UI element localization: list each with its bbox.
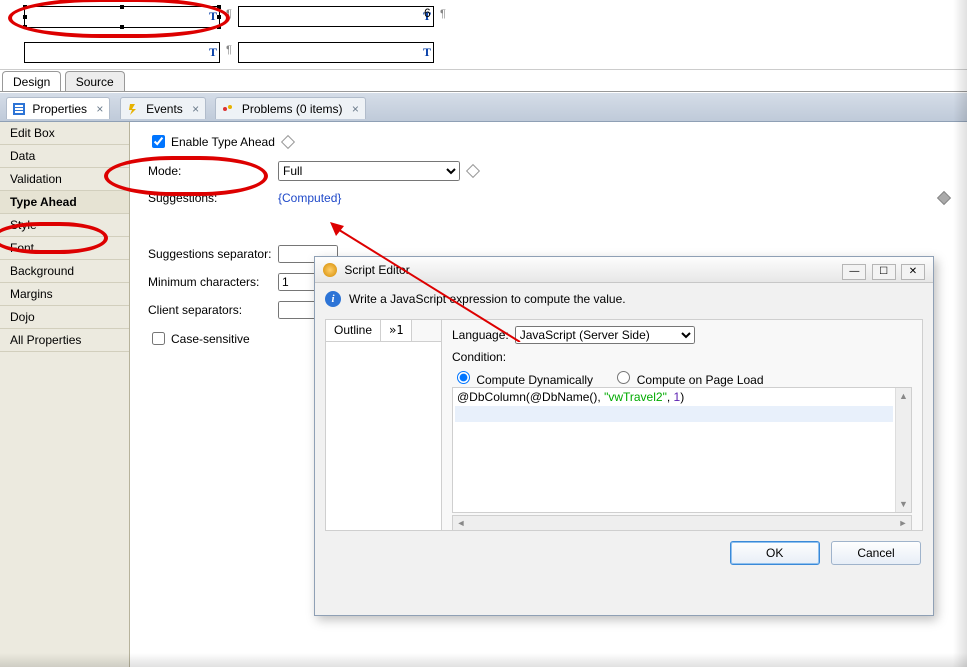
separator-label: Suggestions separator: (148, 247, 278, 261)
script-editor-dialog: Script Editor — ☐ ✕ i Write a JavaScript… (314, 256, 934, 616)
close-icon[interactable]: × (352, 102, 359, 116)
mode-label: Mode: (148, 164, 278, 178)
tab-label: Properties (32, 102, 87, 116)
selected-editbox[interactable]: T (24, 6, 220, 28)
language-select[interactable]: JavaScript (Server Side) (515, 326, 695, 344)
script-editor-icon (323, 263, 337, 277)
minchars-label: Minimum characters: (148, 275, 278, 289)
radio-compute-dynamically[interactable]: Compute Dynamically (452, 373, 596, 387)
close-icon[interactable]: × (192, 102, 199, 116)
info-icon: i (325, 291, 341, 307)
sidebar-item-editbox[interactable]: Edit Box (0, 122, 129, 145)
properties-icon (13, 100, 25, 112)
close-button[interactable]: ✕ (901, 264, 925, 280)
events-icon (127, 100, 139, 112)
typeahead-badge-icon: T (209, 45, 217, 60)
close-icon[interactable]: × (96, 102, 103, 116)
editbox[interactable]: T (238, 6, 434, 27)
typeahead-badge-icon: T (209, 9, 217, 24)
sidebar-item-validation[interactable]: Validation (0, 168, 129, 191)
design-source-tab-bar: Design Source (0, 70, 967, 92)
scroll-down-icon[interactable]: ▼ (896, 496, 911, 512)
sidebar-item-margins[interactable]: Margins (0, 283, 129, 306)
horizontal-scrollbar[interactable]: ◄ ► (452, 515, 912, 531)
editbox[interactable]: T (238, 42, 434, 63)
enable-typeahead-checkbox[interactable] (152, 135, 165, 148)
design-canvas: T T T T 6 ¶ ¶ ¶ (0, 0, 967, 70)
sidebar-item-font[interactable]: Font (0, 237, 129, 260)
dialog-titlebar[interactable]: Script Editor — ☐ ✕ (315, 257, 933, 283)
script-code-editor[interactable]: @DbColumn(@DbName(), "vwTravel2", 1) ▲ ▼ (452, 387, 912, 513)
diamond-icon[interactable] (937, 191, 951, 205)
canvas-text: 6 (424, 6, 431, 20)
scroll-up-icon[interactable]: ▲ (896, 388, 911, 404)
maximize-button[interactable]: ☐ (872, 264, 896, 280)
sidebar-item-typeahead[interactable]: Type Ahead (0, 191, 129, 214)
sidebar-item-style[interactable]: Style (0, 214, 129, 237)
dialog-title: Script Editor (344, 263, 409, 277)
casesensitive-label: Case-sensitive (171, 332, 250, 346)
pilcrow-icon: ¶ (440, 8, 446, 20)
problems-icon (222, 100, 234, 112)
tab-events[interactable]: Events × (120, 97, 206, 119)
suggestions-label: Suggestions: (148, 191, 278, 205)
pilcrow-icon: ¶ (226, 44, 232, 56)
sidebar-item-dojo[interactable]: Dojo (0, 306, 129, 329)
condition-label: Condition: (452, 350, 506, 364)
clientsep-label: Client separators: (148, 303, 278, 317)
language-label: Language: (452, 328, 509, 342)
dialog-info-text: Write a JavaScript expression to compute… (349, 292, 626, 306)
sidebar-item-background[interactable]: Background (0, 260, 129, 283)
sidebar-item-data[interactable]: Data (0, 145, 129, 168)
outline-body (326, 342, 441, 530)
ok-button[interactable]: OK (730, 541, 820, 565)
scroll-right-icon[interactable]: ► (895, 516, 911, 530)
pilcrow-icon: ¶ (226, 8, 232, 20)
tab-problems[interactable]: Problems (0 items) × (215, 97, 365, 119)
sidebar-item-allproperties[interactable]: All Properties (0, 329, 129, 352)
tab-label: Problems (0 items) (242, 102, 343, 116)
diamond-icon[interactable] (466, 164, 480, 178)
suggestions-computed-link[interactable]: {Computed} (278, 191, 341, 205)
typeahead-badge-icon: T (423, 45, 431, 60)
casesensitive-checkbox[interactable] (152, 332, 165, 345)
outline-tab[interactable]: Outline (326, 320, 381, 341)
vertical-scrollbar[interactable]: ▲ ▼ (895, 388, 911, 512)
tab-label: Events (146, 102, 183, 116)
editbox[interactable]: T (24, 42, 220, 63)
enable-typeahead-label: Enable Type Ahead (171, 135, 275, 149)
tab-properties[interactable]: Properties × (6, 97, 110, 119)
scroll-left-icon[interactable]: ◄ (453, 516, 469, 530)
mode-select[interactable]: Full (278, 161, 460, 181)
cancel-button[interactable]: Cancel (831, 541, 921, 565)
tab-source[interactable]: Source (65, 71, 125, 91)
diamond-icon[interactable] (281, 134, 295, 148)
minimize-button[interactable]: — (842, 264, 866, 280)
outline-tab-extra[interactable]: »1 (381, 320, 412, 341)
tab-design[interactable]: Design (2, 71, 61, 91)
radio-compute-on-page-load[interactable]: Compute on Page Load (612, 373, 763, 387)
panel-tab-bar: Properties × Events × Problems (0 items)… (0, 92, 967, 122)
properties-sidebar: Edit Box Data Validation Type Ahead Styl… (0, 122, 130, 667)
